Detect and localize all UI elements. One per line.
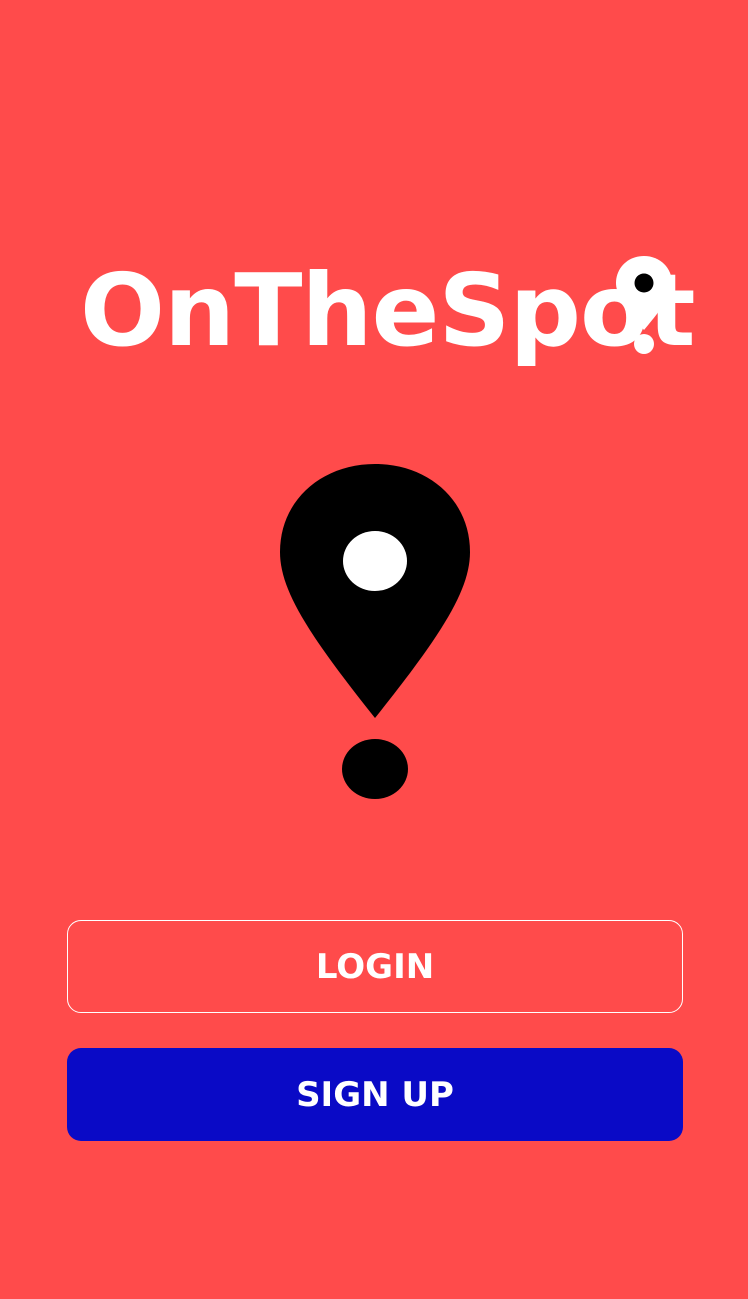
signup-button[interactable]: SIGN UP — [67, 1048, 683, 1141]
app-logo: OnTheSpot — [80, 250, 696, 370]
logo-pin-icon — [616, 256, 672, 354]
app-title: OnTheSpot — [80, 252, 696, 369]
login-button[interactable]: LOGIN — [67, 920, 683, 1013]
hero-location-pin-icon — [280, 464, 470, 799]
welcome-screen: OnTheSpot LOGIN SIGN UP — [0, 0, 748, 1299]
login-button-label: LOGIN — [315, 946, 435, 987]
signup-button-label: SIGN UP — [296, 1074, 454, 1115]
